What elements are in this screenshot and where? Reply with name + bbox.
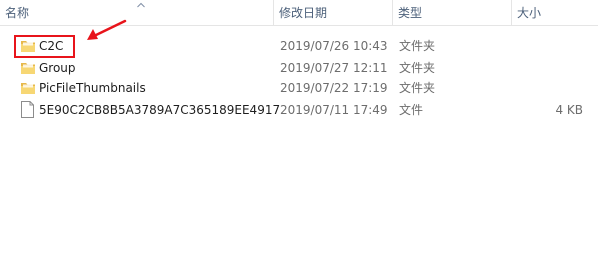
- column-header-type[interactable]: 类型: [393, 0, 511, 25]
- column-header-date[interactable]: 修改日期: [274, 0, 392, 25]
- column-header-size-label: 大小: [517, 6, 542, 20]
- list-item[interactable]: PicFileThumbnails 2019/07/22 17:19 文件夹: [0, 77, 598, 99]
- file-date: 2019/07/27 12:11: [280, 61, 388, 75]
- file-type: 文件夹: [399, 39, 436, 53]
- column-header-size[interactable]: 大小: [512, 0, 598, 25]
- file-name: PicFileThumbnails: [39, 81, 146, 95]
- file-icon: [21, 101, 34, 118]
- list-item[interactable]: 5E90C2CB8B5A3789A7C365189EE4917 2019/07/…: [0, 99, 598, 121]
- list-item[interactable]: Group 2019/07/27 12:11 文件夹: [0, 57, 598, 79]
- folder-icon: [21, 41, 35, 52]
- file-date: 2019/07/11 17:49: [280, 103, 388, 117]
- file-name: C2C: [39, 39, 64, 53]
- file-date: 2019/07/26 10:43: [280, 39, 388, 53]
- file-type: 文件: [399, 103, 424, 117]
- folder-icon: [21, 83, 35, 94]
- column-header-type-label: 类型: [398, 6, 423, 20]
- red-arrow-icon: [87, 19, 127, 40]
- file-name: 5E90C2CB8B5A3789A7C365189EE4917: [39, 103, 281, 117]
- folder-icon: [21, 63, 35, 74]
- file-name: Group: [39, 61, 76, 75]
- column-header-name-label: 名称: [5, 6, 30, 20]
- file-type: 文件夹: [399, 61, 436, 75]
- chevron-up-icon: [137, 2, 145, 10]
- file-type: 文件夹: [399, 81, 436, 95]
- file-date: 2019/07/22 17:19: [280, 81, 388, 95]
- column-header-date-label: 修改日期: [279, 6, 328, 20]
- file-size: 4 KB: [555, 103, 583, 117]
